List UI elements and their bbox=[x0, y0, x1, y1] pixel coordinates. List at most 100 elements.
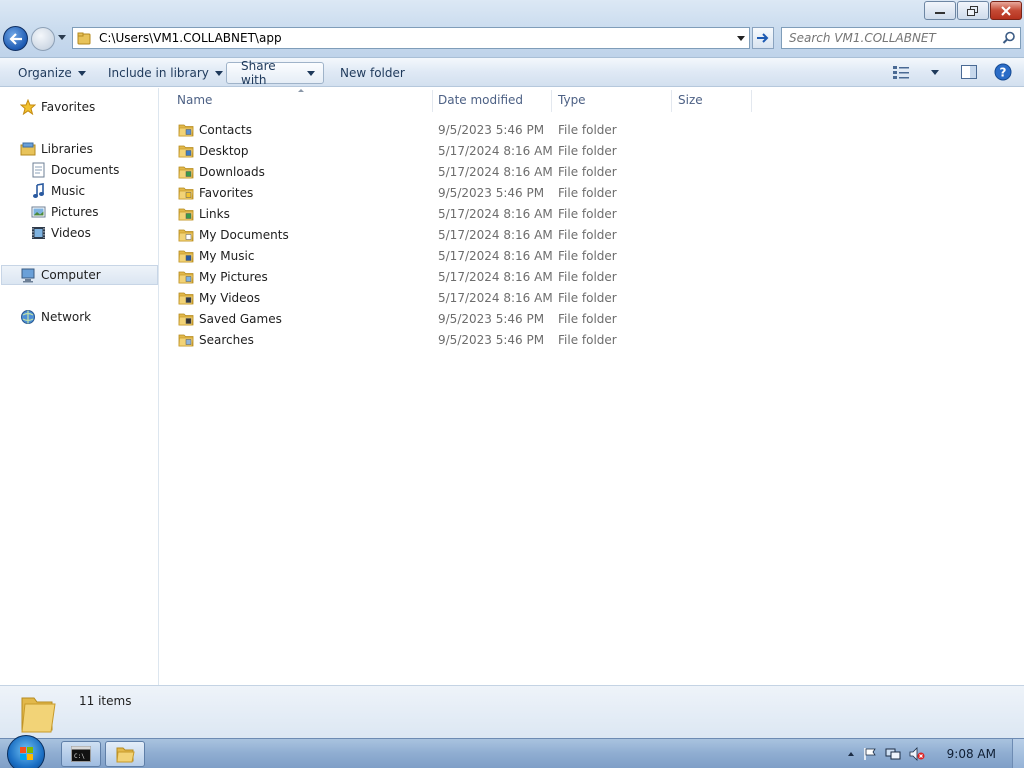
taskbar-command-prompt[interactable]: C:\ bbox=[61, 741, 101, 767]
start-button[interactable] bbox=[7, 735, 45, 768]
organize-label: Organize bbox=[18, 66, 72, 80]
change-view-button[interactable] bbox=[890, 62, 912, 82]
videos-icon bbox=[32, 227, 45, 239]
column-header-name[interactable]: Name bbox=[177, 88, 212, 112]
file-name: My Pictures bbox=[199, 269, 268, 284]
show-desktop-button[interactable] bbox=[1012, 739, 1024, 768]
recent-pages-dropdown[interactable] bbox=[58, 35, 66, 40]
organize-menu[interactable]: Organize bbox=[10, 62, 94, 84]
date-modified-cell: 9/5/2023 5:46 PM bbox=[438, 185, 545, 200]
view-list-icon bbox=[893, 66, 909, 79]
table-row[interactable]: My Videos 5/17/2024 8:16 AM File folder bbox=[160, 287, 760, 308]
address-bar[interactable] bbox=[72, 27, 750, 49]
search-input[interactable] bbox=[789, 31, 994, 45]
nav-pictures[interactable]: Pictures bbox=[31, 202, 99, 222]
file-name-cell[interactable]: Favorites bbox=[178, 182, 253, 203]
star-icon bbox=[20, 99, 36, 115]
file-name: Favorites bbox=[199, 185, 254, 200]
column-header-label: Type bbox=[558, 93, 586, 107]
forward-button[interactable] bbox=[31, 27, 55, 51]
column-divider[interactable] bbox=[671, 90, 672, 112]
table-row[interactable]: Contacts 9/5/2023 5:46 PM File folder bbox=[160, 119, 760, 140]
nav-favorites[interactable]: Favorites bbox=[20, 97, 95, 117]
column-divider[interactable] bbox=[551, 90, 552, 112]
column-header-date-modified[interactable]: Date modified bbox=[438, 88, 523, 112]
restore-button[interactable] bbox=[957, 1, 989, 20]
nav-computer[interactable]: Computer bbox=[1, 265, 158, 285]
contacts-folder-icon bbox=[178, 124, 194, 136]
nav-documents[interactable]: Documents bbox=[31, 160, 119, 180]
folder-icon bbox=[21, 697, 56, 733]
minimize-button[interactable] bbox=[924, 1, 956, 20]
nav-label: Network bbox=[41, 310, 92, 324]
chevron-down-icon bbox=[214, 70, 223, 76]
network-icon bbox=[21, 310, 35, 324]
table-row[interactable]: Links 5/17/2024 8:16 AM File folder bbox=[160, 203, 760, 224]
column-divider[interactable] bbox=[432, 90, 433, 112]
file-name-cell[interactable]: Links bbox=[178, 203, 230, 224]
table-row[interactable]: Desktop 5/17/2024 8:16 AM File folder bbox=[160, 140, 760, 161]
column-header-type[interactable]: Type bbox=[558, 88, 586, 112]
table-row[interactable]: Downloads 5/17/2024 8:16 AM File folder bbox=[160, 161, 760, 182]
nav-libraries[interactable]: Libraries bbox=[20, 139, 93, 159]
type-cell: File folder bbox=[558, 332, 617, 347]
view-options-dropdown[interactable] bbox=[924, 62, 946, 82]
network-status-icon[interactable] bbox=[885, 747, 901, 761]
back-button[interactable] bbox=[3, 26, 28, 51]
nav-label: Favorites bbox=[41, 100, 96, 114]
go-button[interactable] bbox=[752, 27, 774, 49]
table-row[interactable]: My Documents 5/17/2024 8:16 AM File folder bbox=[160, 224, 760, 245]
table-row[interactable]: Searches 9/5/2023 5:46 PM File folder bbox=[160, 329, 760, 350]
file-name: My Documents bbox=[199, 227, 289, 242]
include-in-library-menu[interactable]: Include in library bbox=[100, 62, 231, 84]
nav-music[interactable]: Music bbox=[31, 181, 85, 201]
address-dropdown[interactable] bbox=[737, 36, 745, 41]
nav-videos[interactable]: Videos bbox=[31, 223, 91, 243]
volume-muted-icon[interactable] bbox=[909, 747, 925, 761]
address-input[interactable] bbox=[99, 31, 699, 45]
file-name-cell[interactable]: My Music bbox=[178, 245, 254, 266]
file-name-cell[interactable]: My Videos bbox=[178, 287, 260, 308]
date-modified-cell: 5/17/2024 8:16 AM bbox=[438, 290, 553, 305]
go-arrow-icon bbox=[757, 33, 769, 43]
close-button[interactable] bbox=[990, 1, 1022, 20]
nav-label: Libraries bbox=[41, 142, 93, 156]
new-folder-label: New folder bbox=[340, 66, 405, 80]
search-box[interactable] bbox=[781, 27, 1021, 49]
file-name-cell[interactable]: Desktop bbox=[178, 140, 249, 161]
column-header-size[interactable]: Size bbox=[678, 88, 703, 112]
table-row[interactable]: Favorites 9/5/2023 5:46 PM File folder bbox=[160, 182, 760, 203]
date-modified-cell: 5/17/2024 8:16 AM bbox=[438, 227, 553, 242]
type-cell: File folder bbox=[558, 122, 617, 137]
file-name-cell[interactable]: Saved Games bbox=[178, 308, 282, 329]
column-divider[interactable] bbox=[751, 90, 752, 112]
date-modified-cell: 5/17/2024 8:16 AM bbox=[438, 164, 553, 179]
table-row[interactable]: My Pictures 5/17/2024 8:16 AM File folder bbox=[160, 266, 760, 287]
column-header-label: Date modified bbox=[438, 93, 524, 107]
file-name-cell[interactable]: Downloads bbox=[178, 161, 265, 182]
table-row[interactable]: My Music 5/17/2024 8:16 AM File folder bbox=[160, 245, 760, 266]
nav-network[interactable]: Network bbox=[20, 307, 91, 327]
share-with-menu[interactable]: Share with bbox=[226, 59, 324, 87]
navigation-pane: Favorites Libraries Documents Music Pict… bbox=[0, 88, 159, 685]
taskbar-windows-explorer[interactable] bbox=[105, 741, 145, 767]
file-name-cell[interactable]: Searches bbox=[178, 329, 254, 350]
clock[interactable]: 9:08 AM bbox=[947, 747, 996, 761]
help-button[interactable]: ? bbox=[992, 62, 1014, 82]
libraries-icon bbox=[20, 142, 36, 156]
file-name: Searches bbox=[199, 332, 254, 347]
details-pane: 11 items bbox=[0, 685, 1024, 738]
taskbar: C:\ 9:08 AM bbox=[0, 735, 1024, 768]
file-name-cell[interactable]: My Documents bbox=[178, 224, 289, 245]
file-name: Desktop bbox=[199, 143, 249, 158]
type-cell: File folder bbox=[558, 143, 617, 158]
file-name-cell[interactable]: Contacts bbox=[178, 119, 252, 140]
show-hidden-icons-icon[interactable] bbox=[847, 751, 855, 757]
file-name-cell[interactable]: My Pictures bbox=[178, 266, 268, 287]
table-row[interactable]: Saved Games 9/5/2023 5:46 PM File folder bbox=[160, 308, 760, 329]
new-folder-button[interactable]: New folder bbox=[332, 62, 413, 84]
folder-icon bbox=[77, 32, 91, 45]
search-icon[interactable] bbox=[1002, 31, 1016, 45]
action-center-flag-icon[interactable] bbox=[863, 747, 877, 761]
preview-pane-button[interactable] bbox=[958, 62, 980, 82]
